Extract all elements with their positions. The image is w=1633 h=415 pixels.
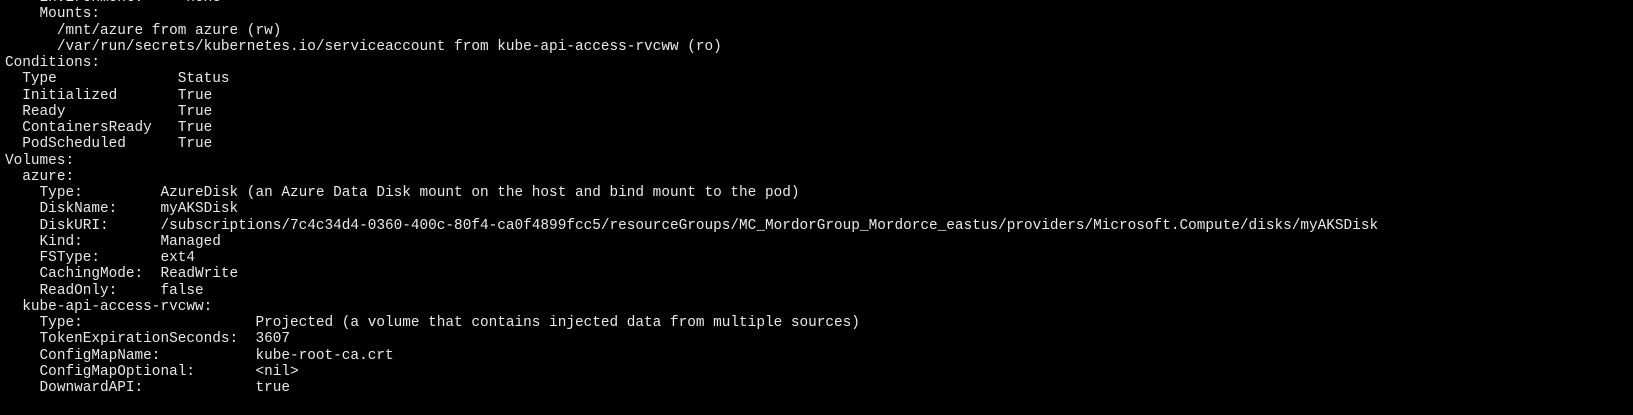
terminal-line: TokenExpirationSeconds: 3607 bbox=[5, 331, 290, 348]
terminal-line: DiskName: myAKSDisk bbox=[5, 201, 239, 218]
terminal-output[interactable]: Environment: <none> Mounts: /mnt/azure f… bbox=[5, 0, 1378, 396]
terminal-line: Type: AzureDisk (an Azure Data Disk moun… bbox=[5, 185, 800, 201]
terminal-line: FSType: ext4 bbox=[5, 250, 195, 266]
terminal-line: ContainersReady True bbox=[5, 120, 213, 136]
terminal-line: Mounts: bbox=[5, 6, 100, 23]
terminal-line: CachingMode: ReadWrite bbox=[5, 266, 239, 283]
terminal-line: ConfigMapName: kube-root-ca.crt bbox=[5, 347, 394, 364]
terminal-line: /var/run/secrets/kubernetes.io/serviceac… bbox=[5, 38, 722, 55]
terminal-line: PodScheduled True bbox=[5, 136, 213, 153]
terminal-line: ReadOnly: false bbox=[5, 282, 204, 299]
terminal-line: Volumes: bbox=[5, 152, 75, 169]
terminal-line: Ready True bbox=[5, 103, 213, 120]
terminal-line: azure: bbox=[5, 168, 75, 185]
terminal-line: Conditions: bbox=[5, 55, 100, 71]
terminal-line: DiskURI: /subscriptions/7c4c34d4-0360-40… bbox=[5, 217, 1379, 234]
terminal-line: Kind: Managed bbox=[5, 233, 221, 250]
terminal-line: kube-api-access-rvcww: bbox=[5, 298, 213, 315]
terminal-line: Initialized True bbox=[5, 87, 213, 104]
terminal-line: ConfigMapOptional: <nil> bbox=[5, 363, 299, 380]
terminal-line: /mnt/azure from azure (rw) bbox=[5, 22, 282, 39]
terminal-line: Type: Projected (a volume that contains … bbox=[5, 315, 860, 331]
terminal-line: Type Status bbox=[5, 71, 230, 88]
terminal-line: DownwardAPI: true bbox=[5, 380, 290, 396]
